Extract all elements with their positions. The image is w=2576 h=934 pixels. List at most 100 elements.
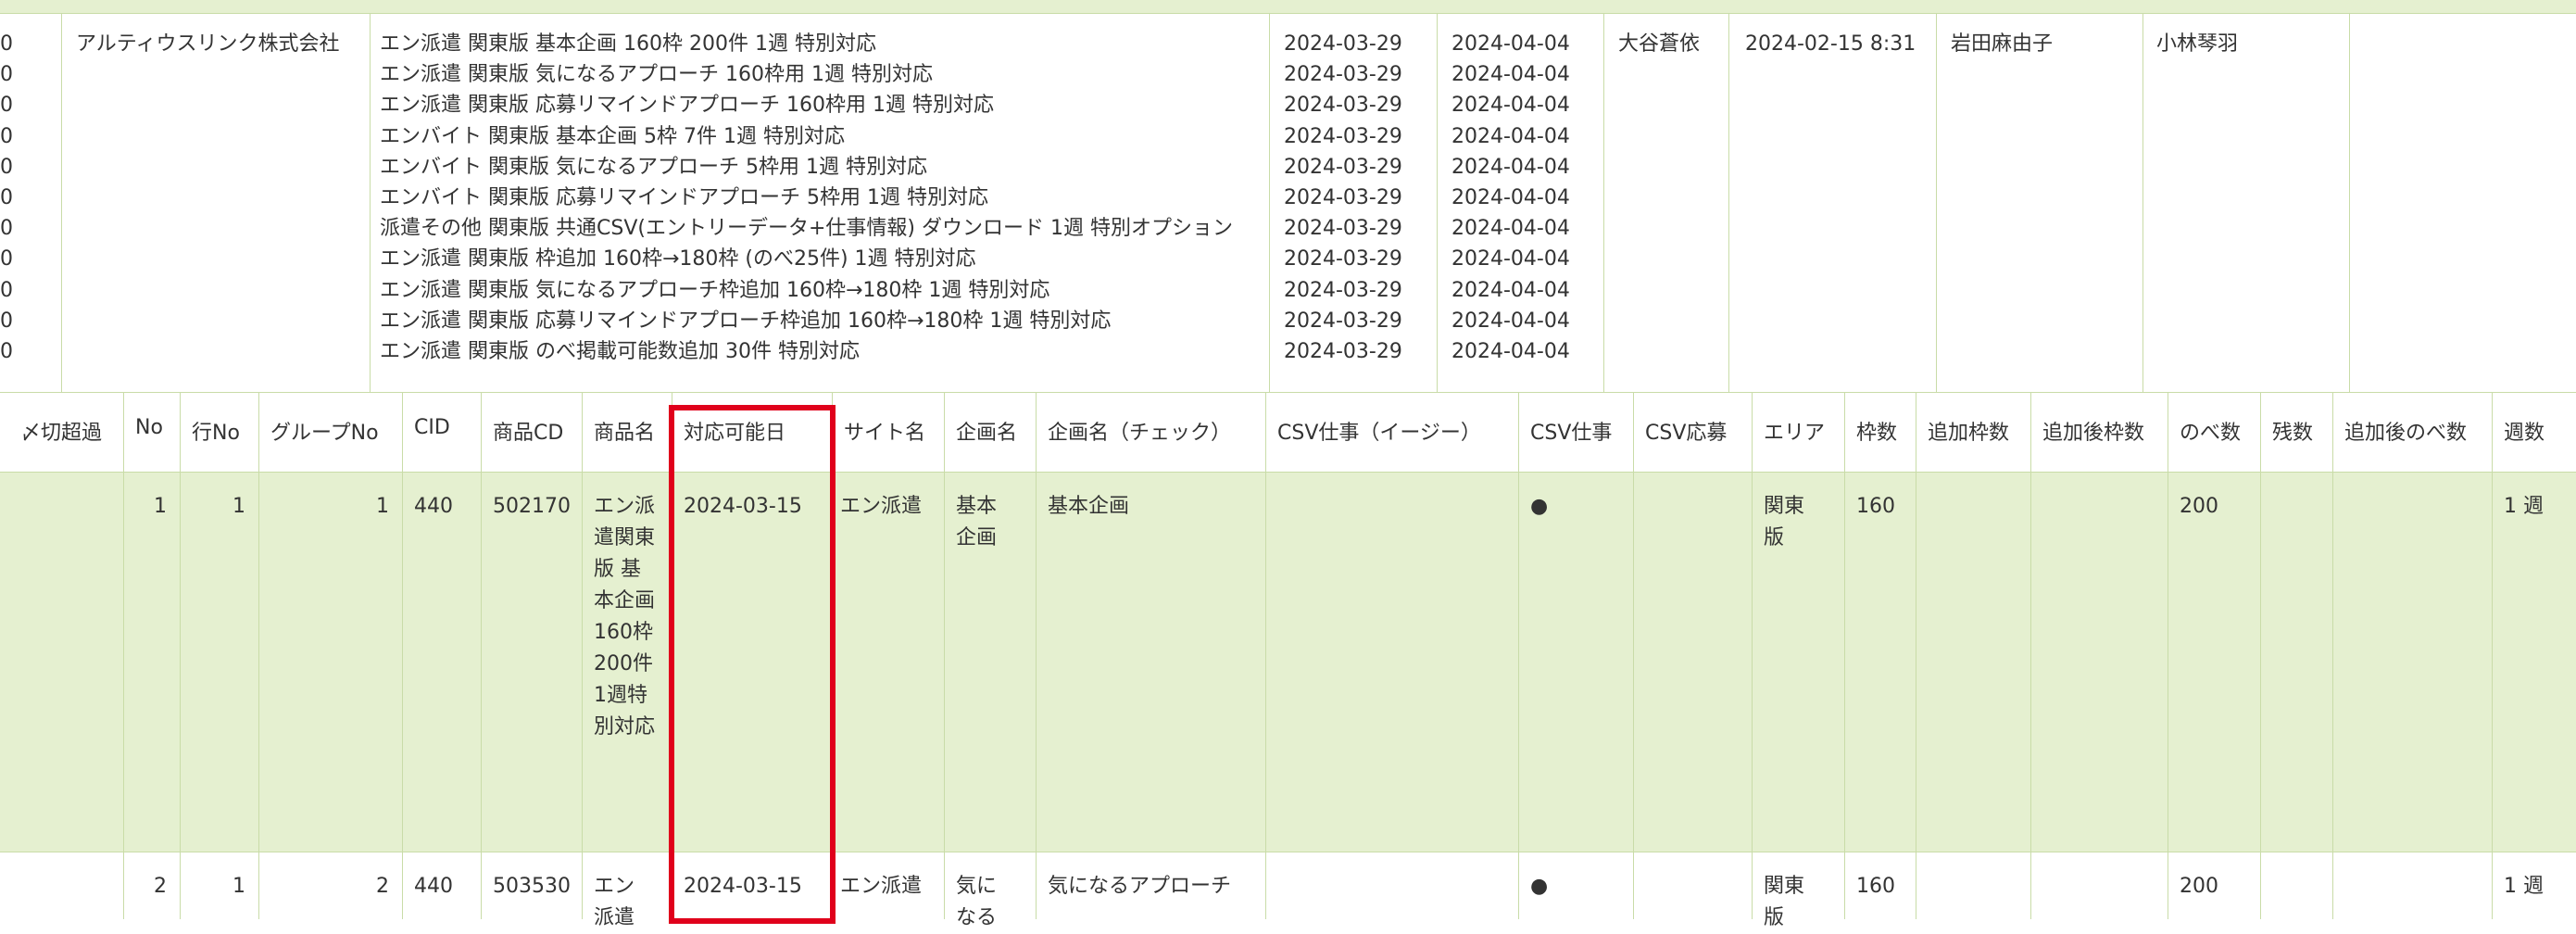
header-group-no[interactable]: グループNo bbox=[258, 393, 402, 472]
table-row[interactable]: 2 1 2 440 503530 エン派遣 2024-03-15 エン派遣 気に… bbox=[0, 852, 2576, 929]
left-mark: 0 bbox=[0, 247, 13, 271]
col-divider bbox=[2349, 14, 2350, 392]
left-mark-list: 0 0 0 0 0 0 0 0 0 0 0 bbox=[0, 29, 13, 367]
left-mark: 0 bbox=[0, 63, 13, 87]
cell-site-name: エン派遣 bbox=[832, 852, 944, 919]
bullet-icon: ● bbox=[1530, 495, 1549, 518]
table-row[interactable]: 1 1 1 440 502170 エン派遣関東版 基本企画160枠200件1週特… bbox=[0, 473, 2576, 852]
col-divider bbox=[1936, 14, 1937, 392]
end-date-list: 2024-04-04 2024-04-04 2024-04-04 2024-04… bbox=[1451, 29, 1570, 367]
sales-rep-name: 岩田麻由子 bbox=[1951, 32, 2054, 56]
previous-row-strip bbox=[0, 0, 2576, 14]
cell-product-cd: 502170 bbox=[481, 473, 582, 852]
end-date: 2024-04-04 bbox=[1451, 339, 1570, 363]
header-row-no[interactable]: 行No bbox=[180, 393, 258, 472]
header-csv-apply[interactable]: CSV応募 bbox=[1633, 393, 1752, 472]
order-record: 0 0 0 0 0 0 0 0 0 0 0 アルティウスリンク株式会社 エン派遣… bbox=[0, 14, 2576, 393]
cell-csv-apply bbox=[1633, 473, 1752, 852]
left-mark: 0 bbox=[0, 217, 13, 241]
start-date: 2024-03-29 bbox=[1284, 94, 1402, 118]
product-line: エン派遣 関東版 のべ掲載可能数追加 30件 特別対応 bbox=[380, 339, 860, 363]
cell-csv-apply bbox=[1633, 852, 1752, 919]
col-divider bbox=[1437, 14, 1438, 392]
cell-total: 200 bbox=[2168, 473, 2260, 852]
left-mark: 0 bbox=[0, 94, 13, 118]
start-date: 2024-03-29 bbox=[1284, 247, 1402, 271]
cell-site-name: エン派遣 bbox=[832, 473, 944, 852]
header-added-slots[interactable]: 追加枠数 bbox=[1916, 393, 2030, 472]
start-date: 2024-03-29 bbox=[1284, 32, 1402, 56]
cell-plan-name: 気になる bbox=[944, 852, 1036, 929]
cell-slots-after-add bbox=[2030, 473, 2168, 852]
header-available-date[interactable]: 対応可能日 bbox=[672, 393, 832, 472]
cell-added-slots bbox=[1916, 852, 2030, 919]
header-total-after-add[interactable]: 追加後のべ数 bbox=[2332, 393, 2492, 472]
product-line: エン派遣 関東版 気になるアプローチ枠追加 160枠→180枠 1週 特別対応 bbox=[380, 278, 1050, 302]
header-csv-job-easy[interactable]: CSV仕事（イージー） bbox=[1265, 393, 1518, 472]
header-product-name[interactable]: 商品名 bbox=[582, 393, 672, 472]
cell-added-slots bbox=[1916, 473, 2030, 852]
header-product-cd[interactable]: 商品CD bbox=[481, 393, 582, 472]
header-remaining[interactable]: 残数 bbox=[2260, 393, 2332, 472]
start-date: 2024-03-29 bbox=[1284, 124, 1402, 148]
cell-group-no: 2 bbox=[258, 852, 402, 919]
header-total[interactable]: のべ数 bbox=[2168, 393, 2260, 472]
header-area[interactable]: エリア bbox=[1752, 393, 1844, 472]
left-mark: 0 bbox=[0, 278, 13, 302]
left-mark: 0 bbox=[0, 155, 13, 179]
bullet-icon: ● bbox=[1530, 875, 1549, 898]
header-no[interactable]: No bbox=[123, 393, 180, 472]
cell-deadline-over bbox=[0, 852, 123, 919]
cell-remaining bbox=[2260, 473, 2332, 852]
start-date: 2024-03-29 bbox=[1284, 278, 1402, 302]
header-deadline-over[interactable]: 〆切超過 bbox=[0, 393, 123, 472]
registered-datetime: 2024-02-15 8:31 bbox=[1745, 32, 1916, 56]
col-divider bbox=[1603, 14, 1604, 392]
product-line: エンバイト 関東版 気になるアプローチ 5枠用 1週 特別対応 bbox=[380, 155, 927, 179]
header-csv-job[interactable]: CSV仕事 bbox=[1518, 393, 1633, 472]
cell-plan-name-check: 基本企画 bbox=[1036, 473, 1265, 852]
end-date: 2024-04-04 bbox=[1451, 124, 1570, 148]
cell-csv-job-easy bbox=[1265, 852, 1518, 919]
operator-name: 小林琴羽 bbox=[2156, 32, 2239, 56]
left-mark: 0 bbox=[0, 339, 13, 363]
cell-area: 関東版 bbox=[1752, 473, 1844, 852]
cell-plan-name: 基本企画 bbox=[944, 473, 1036, 852]
col-divider bbox=[2142, 14, 2143, 392]
cell-slots: 160 bbox=[1844, 852, 1916, 919]
product-line: エンバイト 関東版 基本企画 5枠 7件 1週 特別対応 bbox=[380, 124, 845, 148]
col-divider bbox=[1269, 14, 1270, 392]
product-line: エンバイト 関東版 応募リマインドアプローチ 5枠用 1週 特別対応 bbox=[380, 185, 988, 209]
end-date: 2024-04-04 bbox=[1451, 309, 1570, 333]
start-date: 2024-03-29 bbox=[1284, 63, 1402, 87]
product-list: エン派遣 関東版 基本企画 160枠 200件 1週 特別対応 エン派遣 関東版… bbox=[380, 29, 1233, 367]
start-date: 2024-03-29 bbox=[1284, 309, 1402, 333]
cell-available-date: 2024-03-15 bbox=[672, 473, 832, 852]
assignee-name: 大谷蒼依 bbox=[1618, 32, 1701, 56]
cell-weeks: 1 週 bbox=[2492, 473, 2576, 852]
start-date-list: 2024-03-29 2024-03-29 2024-03-29 2024-03… bbox=[1284, 29, 1402, 367]
cell-available-date: 2024-03-15 bbox=[672, 852, 832, 919]
header-slots[interactable]: 枠数 bbox=[1844, 393, 1916, 472]
cell-csv-job: ● bbox=[1518, 473, 1633, 852]
end-date: 2024-04-04 bbox=[1451, 155, 1570, 179]
left-mark: 0 bbox=[0, 32, 13, 56]
product-line: エン派遣 関東版 枠追加 160枠→180枠 (のべ25件) 1週 特別対応 bbox=[380, 247, 976, 271]
end-date: 2024-04-04 bbox=[1451, 247, 1570, 271]
cell-deadline-over bbox=[0, 473, 123, 852]
header-site-name[interactable]: サイト名 bbox=[832, 393, 944, 472]
cell-total-after-add bbox=[2332, 473, 2492, 852]
cell-product-cd: 503530 bbox=[481, 852, 582, 919]
header-weeks[interactable]: 週数 bbox=[2492, 393, 2576, 472]
cell-total: 200 bbox=[2168, 852, 2260, 919]
header-slots-after-add[interactable]: 追加後枠数 bbox=[2030, 393, 2168, 472]
col-divider bbox=[1728, 14, 1729, 392]
header-plan-name-check[interactable]: 企画名（チェック） bbox=[1036, 393, 1265, 472]
cell-weeks: 1 週 bbox=[2492, 852, 2576, 919]
header-cid[interactable]: CID bbox=[402, 393, 481, 472]
end-date: 2024-04-04 bbox=[1451, 185, 1570, 209]
start-date: 2024-03-29 bbox=[1284, 185, 1402, 209]
left-mark: 0 bbox=[0, 185, 13, 209]
product-line: エン派遣 関東版 基本企画 160枠 200件 1週 特別対応 bbox=[380, 32, 876, 56]
header-plan-name[interactable]: 企画名 bbox=[944, 393, 1036, 472]
